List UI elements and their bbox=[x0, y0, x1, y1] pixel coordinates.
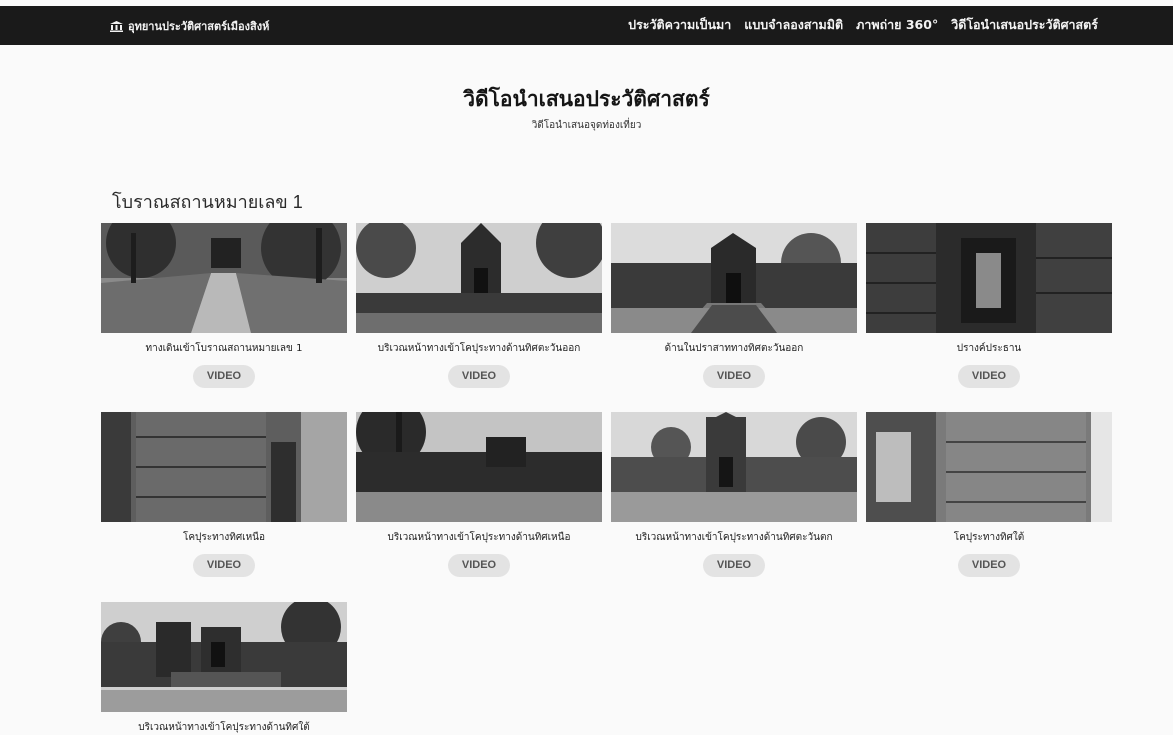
video-card: ปรางค์ประธาน VIDEO bbox=[866, 223, 1112, 388]
video-card: ด้านในปราสาททางทิศตะวันออก VIDEO bbox=[611, 223, 857, 388]
video-button[interactable]: VIDEO bbox=[193, 365, 255, 388]
section-title: โบราณสถานหมายเลข 1 bbox=[112, 192, 303, 212]
video-caption: บริเวณหน้าทางเข้าโคปุระทางด้านทิศเหนือ bbox=[387, 532, 571, 543]
video-thumbnail[interactable] bbox=[356, 223, 602, 333]
video-thumbnail[interactable] bbox=[101, 412, 347, 522]
video-button[interactable]: VIDEO bbox=[703, 365, 765, 388]
video-button[interactable]: VIDEO bbox=[448, 554, 510, 577]
top-navbar: อุทยานประวัติศาสตร์เมืองสิงห์ ประวัติควา… bbox=[0, 6, 1173, 45]
brand-label: อุทยานประวัติศาสตร์เมืองสิงห์ bbox=[128, 20, 270, 33]
page-title: วิดีโอนำเสนอประวัติศาสตร์ bbox=[463, 87, 710, 111]
video-card: โคปุระทางทิศเหนือ VIDEO bbox=[101, 412, 347, 577]
nav-links: ประวัติความเป็นมา แบบจำลองสามมิติ ภาพถ่า… bbox=[628, 15, 1098, 35]
video-caption: โคปุระทางทิศเหนือ bbox=[182, 532, 266, 543]
video-thumbnail[interactable] bbox=[866, 223, 1112, 333]
video-card: บริเวณหน้าทางเข้าโคปุระทางด้านทิศเหนือ V… bbox=[356, 412, 602, 577]
page-subtitle: วิดีโอนำเสนอจุดท่องเที่ยว bbox=[531, 120, 642, 131]
video-thumbnail[interactable] bbox=[611, 223, 857, 333]
video-thumbnail[interactable] bbox=[101, 602, 347, 712]
nav-link-history[interactable]: ประวัติความเป็นมา bbox=[628, 15, 731, 35]
video-caption: บริเวณหน้าทางเข้าโคปุระทางด้านทิศตะวันตก bbox=[635, 532, 833, 543]
museum-icon bbox=[110, 20, 123, 32]
video-thumbnail[interactable] bbox=[611, 412, 857, 522]
video-button[interactable]: VIDEO bbox=[958, 365, 1020, 388]
video-caption: ทางเดินเข้าโบราณสถานหมายเลข 1 bbox=[145, 343, 303, 354]
video-caption: บริเวณหน้าทางเข้าโคปุระทางด้านทิศใต้ bbox=[138, 722, 310, 733]
video-caption: ด้านในปราสาททางทิศตะวันออก bbox=[664, 343, 804, 354]
nav-link-360-photos[interactable]: ภาพถ่าย 360° bbox=[856, 15, 938, 35]
video-caption: โคปุระทางทิศใต้ bbox=[953, 532, 1025, 543]
video-thumbnail[interactable] bbox=[356, 412, 602, 522]
video-button[interactable]: VIDEO bbox=[958, 554, 1020, 577]
video-caption: บริเวณหน้าทางเข้าโคปุระทางด้านทิศตะวันออ… bbox=[377, 343, 581, 354]
video-thumbnail[interactable] bbox=[101, 223, 347, 333]
video-thumbnail[interactable] bbox=[866, 412, 1112, 522]
video-card: บริเวณหน้าทางเข้าโคปุระทางด้านทิศตะวันออ… bbox=[356, 223, 602, 388]
video-card: ทางเดินเข้าโบราณสถานหมายเลข 1 VIDEO bbox=[101, 223, 347, 388]
video-caption: ปรางค์ประธาน bbox=[956, 343, 1022, 354]
video-button[interactable]: VIDEO bbox=[448, 365, 510, 388]
nav-link-3d-model[interactable]: แบบจำลองสามมิติ bbox=[744, 15, 843, 35]
video-card: บริเวณหน้าทางเข้าโคปุระทางด้านทิศใต้ bbox=[101, 602, 347, 735]
video-card: โคปุระทางทิศใต้ VIDEO bbox=[866, 412, 1112, 577]
video-card: บริเวณหน้าทางเข้าโคปุระทางด้านทิศตะวันตก… bbox=[611, 412, 857, 577]
nav-link-history-videos[interactable]: วิดีโอนำเสนอประวัติศาสตร์ bbox=[951, 15, 1098, 35]
video-button[interactable]: VIDEO bbox=[193, 554, 255, 577]
video-button[interactable]: VIDEO bbox=[703, 554, 765, 577]
brand-link[interactable]: อุทยานประวัติศาสตร์เมืองสิงห์ bbox=[110, 17, 269, 35]
